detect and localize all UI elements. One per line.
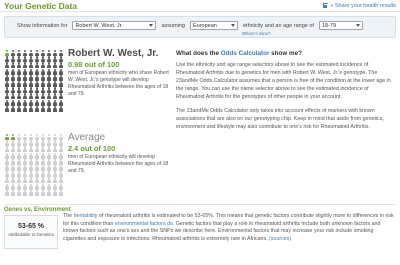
person-select[interactable]: Robert W. West, Jr. [72,21,157,30]
heritability-description: The heritability of rheumatoid arthritis… [63,213,394,242]
average-odds-score: 2.4 out of 100 [68,144,116,153]
help-heading: What does the Odds Calculator show me? [176,50,302,57]
share-icon [323,3,329,8]
age-range-select-value: 18-79 [321,22,337,29]
ethnicity-select[interactable]: European [190,21,238,30]
heritability-badge: 53-65 % Attributable to Genetics [4,215,58,249]
wheres-mine-link[interactable]: Where's mine? [242,31,271,36]
average-odds-figure-grid [4,134,64,196]
user-odds-score: 0.98 out of 100 [68,60,120,69]
filter-mid-label: assuming [161,22,185,29]
user-odds-figure-grid [4,50,64,112]
chevron-down-icon [355,24,360,27]
average-odds-card: Average 2.4 out of 100 men of European e… [4,128,172,200]
chevron-down-icon [231,24,235,27]
user-odds-description: men of European ethnicity who share Robe… [68,70,169,97]
page-title: Your Genetic Data [4,0,78,11]
user-name: Robert W. West, Jr. [68,48,159,59]
filter-suffix-label: ethnicity and an age range of [243,22,314,29]
ethnicity-select-value: European [193,22,217,29]
odds-calculator-link[interactable]: Odds Calculator [221,50,270,57]
heritability-value: 53-65 % [17,223,45,230]
age-range-select[interactable]: 18-79 [318,21,363,30]
odds-calculator-help: What does the Odds Calculator show me? U… [176,50,396,137]
environmental-factors-link[interactable]: environmental factors do [115,221,173,227]
filter-bar: Show information for Robert W. West, Jr.… [4,16,396,38]
heritability-link[interactable]: heritability [74,213,98,219]
share-results-label: » Share your health results [330,2,396,9]
person-figure-icon [58,189,64,196]
genes-vs-environment-title: Genes vs. Environment [4,207,71,213]
help-paragraph-2: The 23andMe Odds Calculator only takes i… [176,108,384,130]
filter-prefix-label: Show information for [17,22,68,29]
page-header: Your Genetic Data » Share your health re… [0,0,400,12]
sources-link[interactable]: (sources) [269,236,291,242]
person-select-value: Robert W. West, Jr. [75,22,123,29]
section-divider [4,204,396,205]
average-odds-description: men of European ethnicity will develop R… [68,154,169,174]
help-paragraph-1: Use the ethnicity and age range selector… [176,62,391,100]
person-figure-icon [58,105,64,112]
average-label: Average [68,132,106,143]
chevron-down-icon [149,24,154,27]
share-results-link[interactable]: » Share your health results [323,3,396,9]
heritability-label: Attributable to Genetics [8,232,54,237]
user-odds-card: Robert W. West, Jr. 0.98 out of 100 men … [4,44,172,116]
